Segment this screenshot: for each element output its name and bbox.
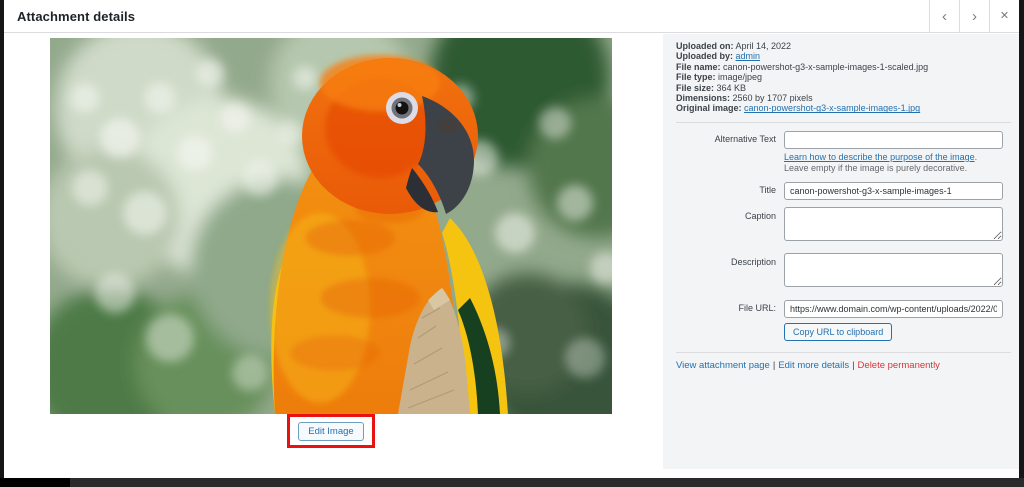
alt-text-row: Alternative Text Learn how to describe t… (676, 130, 1011, 174)
description-textarea[interactable] (784, 253, 1003, 287)
meta-uploaded-by: Uploaded by: admin (676, 51, 1011, 61)
meta-file-size: File size: 364 KB (676, 83, 1011, 93)
screenshot-frame: Attachment details ‹ › ✕ (0, 0, 1024, 487)
actions-divider (676, 352, 1011, 353)
original-image-link[interactable]: canon-powershot-g3-x-sample-images-1.jpg (744, 103, 920, 113)
screenshot-bottom-edge-segment (0, 478, 70, 487)
meta-original-image: Original image: canon-powershot-g3-x-sam… (676, 103, 1011, 113)
action-separator: | (852, 360, 854, 371)
alt-text-help-link[interactable]: Learn how to describe the purpose of the… (784, 152, 975, 162)
file-url-input[interactable] (784, 300, 1003, 318)
title-input[interactable] (784, 182, 1003, 200)
caption-label: Caption (676, 207, 784, 246)
metadata-divider (676, 122, 1011, 123)
edit-more-details-link[interactable]: Edit more details (778, 360, 849, 371)
attachment-actions: View attachment page|Edit more details|D… (676, 360, 1011, 371)
alt-text-help: Learn how to describe the purpose of the… (784, 152, 1003, 174)
alt-text-label: Alternative Text (676, 130, 784, 174)
description-label: Description (676, 253, 784, 292)
parrot-photo (50, 38, 612, 414)
attachment-details-modal: Attachment details ‹ › ✕ (4, 0, 1019, 478)
meta-file-name: File name: canon-powershot-g3-x-sample-i… (676, 62, 1011, 72)
view-attachment-page-link[interactable]: View attachment page (676, 360, 770, 371)
meta-dimensions: Dimensions: 2560 by 1707 pixels (676, 93, 1011, 103)
alt-text-input[interactable] (784, 131, 1003, 149)
attachment-details-sidebar: Uploaded on: April 14, 2022 Uploaded by:… (663, 34, 1019, 469)
modal-titlebar: Attachment details ‹ › ✕ (4, 0, 1019, 33)
caption-textarea[interactable] (784, 207, 1003, 241)
uploader-link[interactable]: admin (736, 51, 761, 61)
copy-url-button[interactable]: Copy URL to clipboard (784, 323, 892, 341)
title-row: Title (676, 181, 1011, 200)
next-attachment-button[interactable]: › (959, 0, 989, 32)
meta-uploaded-on: Uploaded on: April 14, 2022 (676, 41, 1011, 51)
modal-nav-buttons: ‹ › ✕ (929, 0, 1019, 32)
attachment-metadata: Uploaded on: April 14, 2022 Uploaded by:… (676, 41, 1011, 114)
caption-row: Caption (676, 207, 1011, 246)
chevron-right-icon: › (972, 9, 977, 24)
action-separator: | (773, 360, 775, 371)
screenshot-bottom-edge (0, 478, 1024, 487)
file-url-row: File URL: Copy URL to clipboard (676, 299, 1011, 341)
close-icon: ✕ (1000, 11, 1009, 22)
close-modal-button[interactable]: ✕ (989, 0, 1019, 32)
attachment-preview-pane: Edit Image (4, 34, 663, 469)
meta-file-type: File type: image/jpeg (676, 72, 1011, 82)
delete-permanently-link[interactable]: Delete permanently (858, 360, 940, 371)
file-url-label: File URL: (676, 299, 784, 341)
modal-title: Attachment details (4, 9, 135, 24)
title-label: Title (676, 181, 784, 200)
edit-image-button[interactable]: Edit Image (298, 422, 363, 441)
description-row: Description (676, 253, 1011, 292)
chevron-left-icon: ‹ (942, 9, 947, 24)
edit-image-area: Edit Image (50, 414, 612, 448)
previous-attachment-button[interactable]: ‹ (929, 0, 959, 32)
annotation-highlight-box: Edit Image (287, 414, 374, 448)
